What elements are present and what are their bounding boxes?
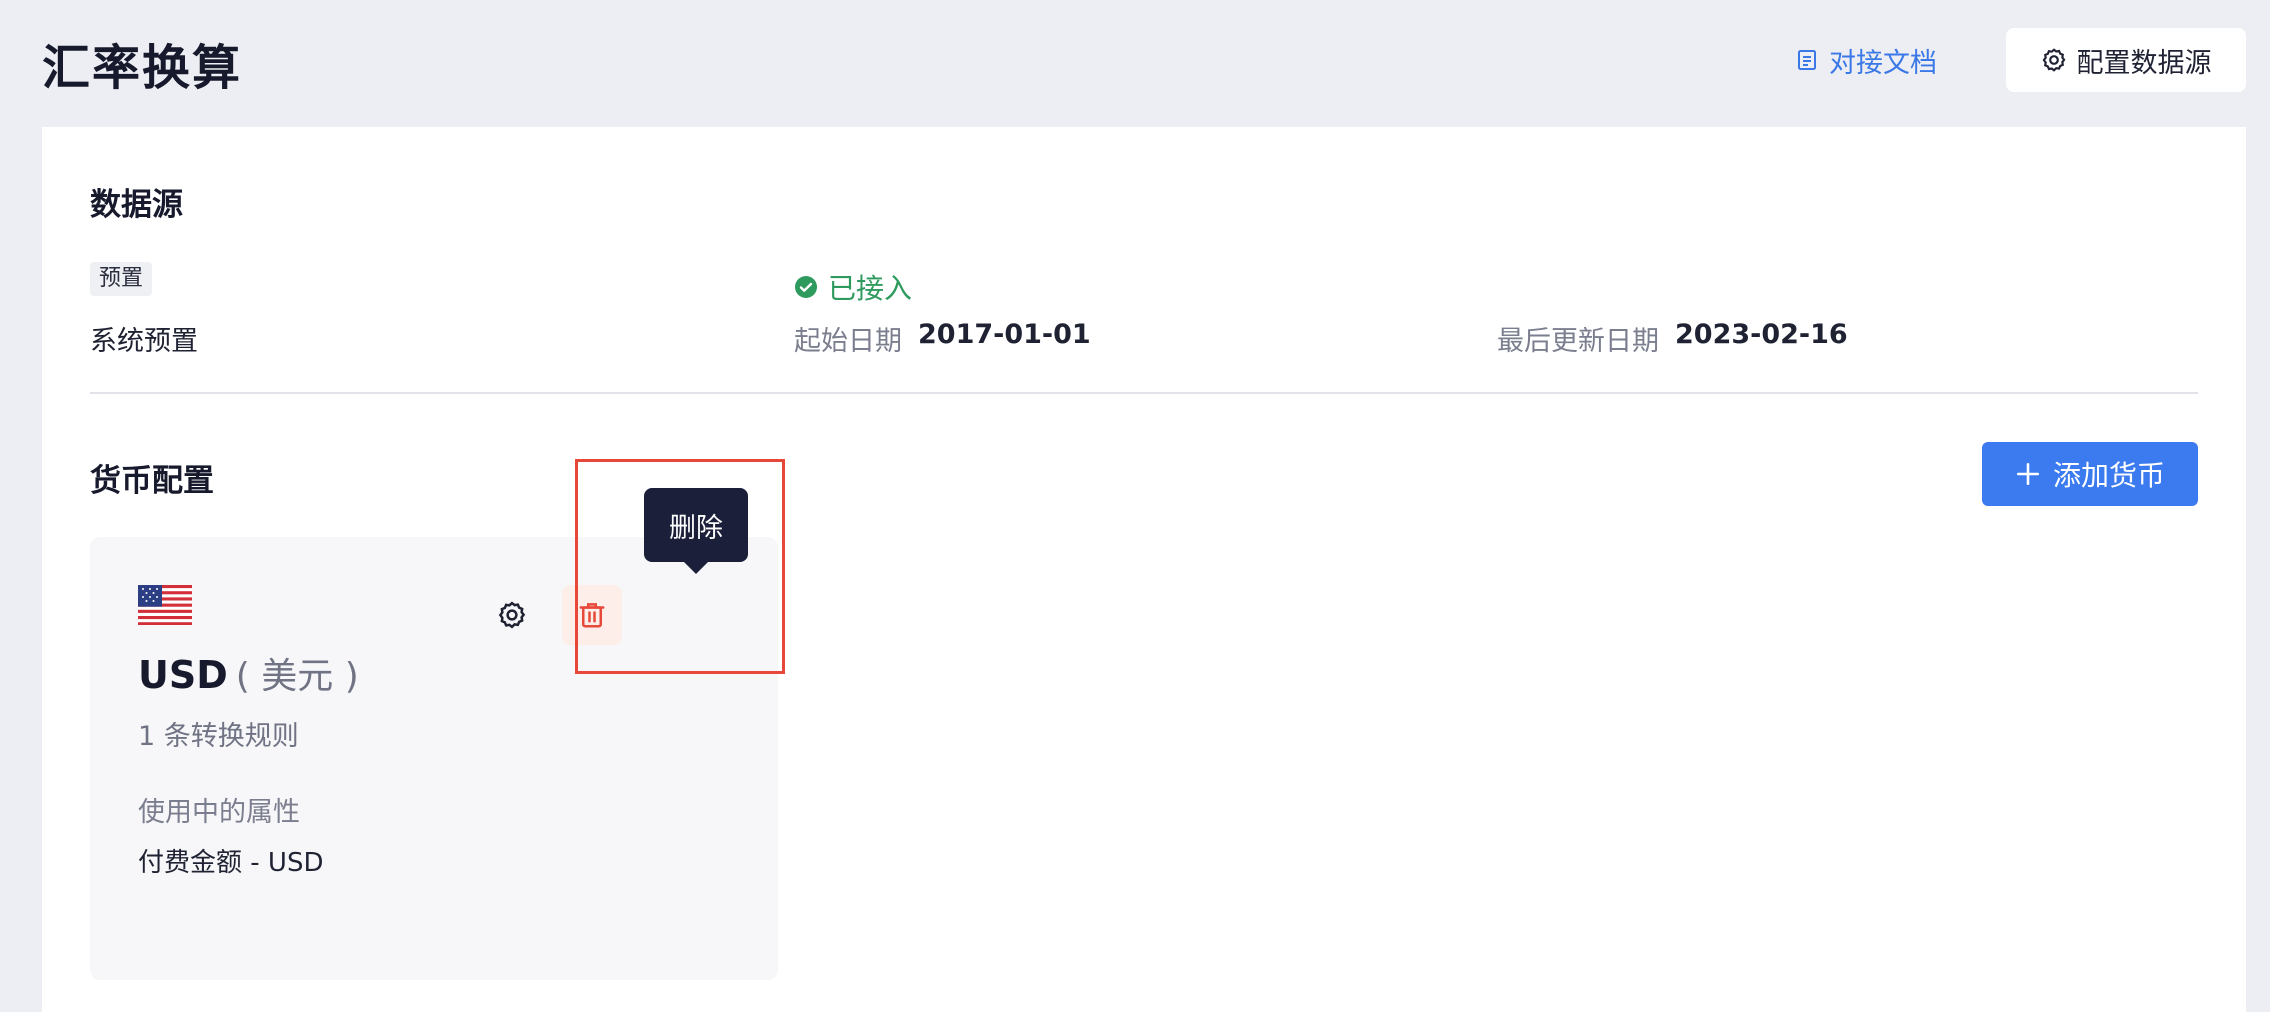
currency-name: USD ( 美元 ) [138,647,359,699]
add-currency-label: 添加货币 [2052,459,2165,492]
currency-code: USD [138,653,228,697]
rule-count: 1 条转换规则 [138,721,299,752]
delete-tooltip: 删除 [644,488,748,574]
currency-card[interactable]: USD ( 美元 ) 1 条转换规则 使用中的属性 付费金额 - USD [90,537,778,980]
delete-button[interactable] [562,585,622,645]
card-actions [490,585,690,645]
settings-button[interactable] [490,593,534,637]
start-date-label: 起始日期 [794,326,902,357]
document-icon [1798,50,1816,70]
divider [90,392,2198,394]
trash-icon [579,603,605,628]
add-currency-button[interactable]: 添加货币 [1982,442,2198,506]
data-source-name: 系统预置 [90,326,198,357]
currency-name-cn: ( 美元 ) [235,656,359,697]
us-flag-icon [138,585,192,625]
doc-link[interactable]: 对接文档 [1795,42,1937,79]
doc-link-label: 对接文档 [1829,47,1937,79]
status-badge: 已接入 [794,267,912,307]
data-source-title: 数据源 [90,187,183,223]
preset-tag: 预置 [90,262,153,296]
start-date-value: 2017-01-01 [918,319,1091,350]
currency-config-title: 货币配置 [90,463,214,499]
last-update-label: 最后更新日期 [1497,326,1659,357]
status-text: 已接入 [828,272,913,305]
main-panel: 数据源 预置 系统预置 已接入 起始日期 2017-01-01 最后更新日期 2… [42,127,2246,1012]
start-date: 起始日期 2017-01-01 [794,319,1091,358]
attr-value: 付费金额 - USD [138,848,324,878]
config-data-source-button[interactable]: 配置数据源 [2006,28,2246,92]
attr-label: 使用中的属性 [138,797,300,828]
last-update-date: 最后更新日期 2023-02-16 [1497,319,1848,358]
last-update-value: 2023-02-16 [1675,319,1848,350]
gear-icon [2042,48,2065,72]
config-button-label: 配置数据源 [2076,47,2212,79]
page-header: 汇率换算 对接文档 配置数据源 [0,0,2270,127]
check-circle-icon [795,276,817,298]
page-title: 汇率换算 [42,40,243,96]
plus-icon [2016,462,2040,486]
gear-icon [498,601,526,629]
